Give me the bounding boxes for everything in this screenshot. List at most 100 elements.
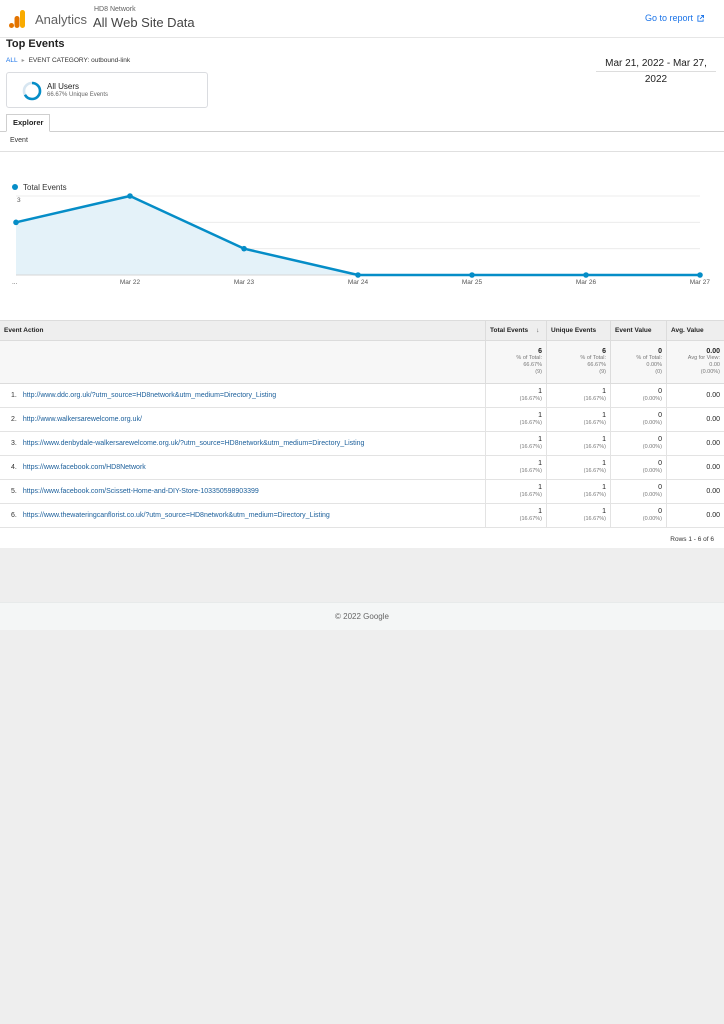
total-events-value: 1 [538, 508, 542, 515]
go-to-report-label: Go to report [644, 13, 693, 23]
row-index: 4. [11, 464, 17, 471]
avg-value-value: 0.00 [706, 392, 720, 399]
event-action-link[interactable]: https://www.thewateringcanflorist.co.uk/… [23, 512, 330, 519]
row-index: 6. [11, 512, 17, 519]
segment-name: All Users [47, 82, 80, 91]
event-action-link[interactable]: http://www.ddc.org.uk/?utm_source=HD8net… [23, 392, 276, 399]
row-index: 3. [11, 440, 17, 447]
event-value-pct: (0.00%) [642, 444, 662, 450]
event-value-value: 0 [658, 508, 662, 515]
col-event-action-label: Event Action [4, 327, 44, 334]
page-footer: © 2022 Google [0, 602, 724, 630]
col-event-value[interactable]: Event Value [610, 321, 666, 342]
unique-events-cell: 1 (16.67%) [546, 504, 610, 528]
avg-value-value: 0.00 [706, 416, 720, 423]
go-to-report-link[interactable]: Go to report [645, 13, 704, 23]
table-row: 5. https://www.facebook.com/Scissett-Home… [0, 480, 724, 504]
event-action-link[interactable]: https://www.facebook.com/HD8Network [23, 464, 146, 471]
event-value-value: 0 [658, 412, 662, 419]
breadcrumb-current: EVENT CATEGORY: outbound-link [28, 57, 131, 64]
avg-value-value: 0.00 [706, 440, 720, 447]
col-unique-events[interactable]: Unique Events [546, 321, 610, 342]
legend-label: Total Events [23, 183, 67, 192]
table-row: 3. https://www.denbydale-walkersarewelcom… [0, 432, 724, 456]
event-value-cell: 0 (0.00%) [610, 432, 666, 456]
x-tick-label: Mar 27 [690, 279, 711, 286]
date-range-selector[interactable]: Mar 21, 2022 - Mar 27, 2022 [596, 56, 716, 85]
unique-events-value: 1 [602, 388, 606, 395]
col-total-events[interactable]: Total Events ↓ [485, 321, 546, 342]
data-point [583, 272, 589, 278]
breadcrumb-all-link[interactable]: ALL [6, 57, 18, 64]
tab-explorer[interactable]: Explorer [6, 114, 51, 132]
event-action-link[interactable]: http://www.walkersarewelcome.org.uk/ [23, 416, 142, 423]
total-events-cell: 1 (16.67%) [485, 456, 546, 480]
event-value-pct: (0.00%) [642, 396, 662, 402]
event-value-total-line3: (0) [655, 369, 662, 375]
property-name[interactable]: All Web Site Data [93, 15, 195, 30]
x-tick-label: Mar 24 [348, 279, 369, 286]
avg-value-cell: 0.00 [666, 504, 724, 528]
total-events-total-line2: 66.67% [523, 362, 542, 368]
report-page: Analytics HD8 Network All Web Site Data … [0, 0, 724, 548]
col-unique-events-label: Unique Events [551, 327, 597, 334]
tab-bar: Explorer [0, 114, 724, 132]
col-event-action[interactable]: Event Action [0, 321, 485, 342]
event-action-cell: 6. https://www.thewateringcanflorist.co.u… [0, 504, 485, 528]
unique-events-pct: (16.67%) [583, 516, 606, 522]
total-events-cell: 1 (16.67%) [485, 408, 546, 432]
event-value-cell: 0 (0.00%) [610, 504, 666, 528]
page-title: Top Events [6, 38, 65, 50]
unique-events-cell: 1 (16.67%) [546, 432, 610, 456]
total-events-total-line1: % of Total: [516, 355, 542, 361]
unique-events-pct: (16.67%) [583, 396, 606, 402]
row-index: 5. [11, 488, 17, 495]
event-value-cell: 0 (0.00%) [610, 384, 666, 408]
events-chart: Total Events123...Mar 22Mar 23Mar 24Mar … [0, 175, 724, 315]
total-events-pct: (16.67%) [519, 468, 542, 474]
sort-down-arrow-icon: ↓ [536, 327, 540, 334]
event-value-total-value: 0 [658, 348, 662, 355]
unique-events-value: 1 [602, 412, 606, 419]
avg-value-total-value: 0.00 [706, 348, 720, 355]
col-total-events-label: Total Events [490, 327, 529, 334]
col-avg-value[interactable]: Avg. Value [666, 321, 724, 342]
event-value-total: 0 % of Total: 0.00% (0) [610, 341, 666, 384]
x-tick-label: Mar 26 [576, 279, 597, 286]
event-action-cell: 1. http://www.ddc.org.uk/?utm_source=HD8n… [0, 384, 485, 408]
event-value-total-line2: 0.00% [646, 362, 662, 368]
row-index: 1. [11, 392, 17, 399]
x-tick-label: Mar 25 [462, 279, 483, 286]
avg-value-cell: 0.00 [666, 408, 724, 432]
avg-value-total: 0.00 Avg for View: 0.00 (0.00%) [666, 341, 724, 384]
unique-events-total-line1: % of Total: [580, 355, 606, 361]
event-value-cell: 0 (0.00%) [610, 456, 666, 480]
event-action-link[interactable]: https://www.facebook.com/Scissett-Home-a… [23, 488, 259, 495]
col-avg-value-label: Avg. Value [671, 327, 704, 334]
event-value-cell: 0 (0.00%) [610, 480, 666, 504]
event-value-value: 0 [658, 388, 662, 395]
avg-value-value: 0.00 [706, 512, 720, 519]
unique-events-value: 1 [602, 436, 606, 443]
series-area [16, 196, 700, 275]
total-events-value: 1 [538, 484, 542, 491]
total-events-value: 1 [538, 412, 542, 419]
analytics-logo-icon [9, 10, 25, 28]
data-point [469, 272, 475, 278]
x-tick-label: Mar 23 [234, 279, 255, 286]
totals-row: 6 % of Total: 66.67% (9) 6 % of Total: 6… [0, 341, 724, 384]
unique-events-cell: 1 (16.67%) [546, 408, 610, 432]
account-name: HD8 Network [94, 6, 136, 13]
event-value-total-line1: % of Total: [636, 355, 662, 361]
unique-events-pct: (16.67%) [583, 468, 606, 474]
event-action-link[interactable]: https://www.denbydale-walkersarewelcome.… [23, 440, 365, 447]
total-events-cell: 1 (16.67%) [485, 504, 546, 528]
data-point [127, 193, 133, 199]
segment-card[interactable]: All Users 66.67% Unique Events [6, 72, 208, 108]
data-point [241, 245, 247, 252]
event-value-pct: (0.00%) [642, 492, 662, 498]
event-action-cell: 4. https://www.facebook.com/HD8Network [0, 456, 485, 480]
event-action-cell: 5. https://www.facebook.com/Scissett-Home… [0, 480, 485, 504]
subtab-event[interactable]: Event [10, 137, 28, 144]
avg-value-cell: 0.00 [666, 456, 724, 480]
